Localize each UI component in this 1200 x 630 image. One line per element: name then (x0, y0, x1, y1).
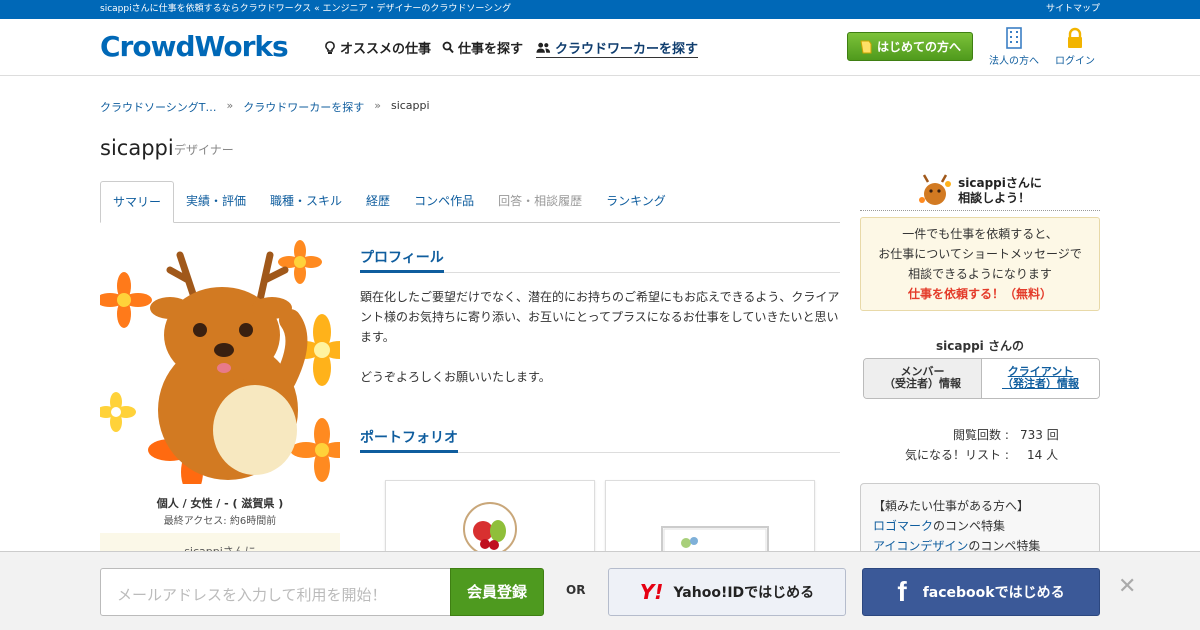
users-icon (536, 42, 551, 53)
or-divider: OR (566, 583, 586, 597)
facebook-label: facebookではじめる (922, 585, 1065, 601)
register-button[interactable]: 会員登録 (450, 568, 544, 616)
nav-find-jobs[interactable]: 仕事を探す (442, 38, 523, 57)
nav-label: クラウドワーカーを探す (555, 42, 699, 57)
profile-type: デザイナー (174, 143, 234, 157)
request-job-link[interactable]: 仕事を依頼する！（無料） (908, 287, 1052, 301)
profile-section-header: プロフィール (360, 247, 840, 273)
nav-find-workers[interactable]: クラウドワーカーを探す (536, 38, 699, 58)
consult-line: 相談しよう！ (958, 191, 1031, 205)
breadcrumb-separator: » (226, 99, 234, 112)
bio-paragraph: 顕在化したご要望だけでなく、潜在的にお持ちのご希望にもお応えできるよう、クライア… (360, 290, 840, 344)
top-bar: sicappiさんに仕事を依頼するならクラウドワークス « エンジニア・デザイナ… (0, 0, 1200, 19)
crowdworks-logo[interactable]: CrowdWorks (100, 30, 289, 63)
building-icon (1006, 27, 1022, 49)
consult-text: 相談できるようになります (908, 267, 1052, 281)
facebook-icon: f (897, 576, 907, 607)
profile-bio: 顕在化したご要望だけでなく、潜在的にお持ちのご希望にもお応えできるよう、クライア… (360, 287, 842, 387)
breadcrumb-find-workers[interactable]: クラウドワーカーを探す (243, 99, 364, 115)
yahoo-login-button[interactable]: Y! Yahoo!IDではじめる (608, 568, 846, 616)
consult-header: sicappiさんに 相談しよう！ (860, 172, 1100, 211)
portfolio-heading: ポートフォリオ (360, 427, 458, 453)
lock-icon (1068, 27, 1082, 48)
nav-label: オススメの仕事 (340, 42, 432, 57)
tab-summary[interactable]: サマリー (100, 181, 175, 223)
consult-text: 一件でも仕事を依頼すると、 (902, 227, 1058, 241)
sitemap-link[interactable]: サイトマップ (1046, 0, 1100, 19)
tab-achievements[interactable]: 実績・評価 (174, 181, 258, 222)
leaf-icon (860, 40, 872, 53)
bulb-icon (325, 40, 335, 54)
search-icon (442, 41, 454, 53)
breadcrumb-current: sicappi (390, 99, 430, 112)
tagline: sicappiさんに仕事を依頼するならクラウドワークス « エンジニア・デザイナ… (100, 4, 512, 14)
info-owner: sicappi さんの (936, 339, 1024, 353)
tab-answers: 回答・相談履歴 (498, 194, 583, 208)
nav-recommended-jobs[interactable]: オススメの仕事 (324, 38, 431, 57)
nav-label: 仕事を探す (458, 42, 524, 57)
site-header: CrowdWorks オススメの仕事 仕事を探す クラウドワーカーを探す はじめ… (0, 19, 1200, 76)
beginners-label: はじめての方へ (876, 40, 961, 54)
logo-competition-link[interactable]: ロゴマーク (873, 519, 933, 533)
email-input[interactable]: メールアドレスを入力して利用を開始！ (100, 568, 451, 616)
deer-icon (919, 174, 952, 205)
login-link[interactable]: ログイン (1045, 27, 1105, 67)
toggle-label: （受注者）情報 (884, 377, 961, 390)
breadcrumb-separator: » (374, 99, 381, 112)
consult-text: お仕事についてショートメッセージで (878, 247, 1082, 261)
favorites-label: 気になる！リスト : (905, 448, 1009, 462)
bio-paragraph: どうぞよろしくお願いいたします。 (360, 370, 551, 384)
deer-mascot (150, 251, 308, 480)
close-icon[interactable]: ✕ (1118, 574, 1136, 599)
tab-career[interactable]: 経歴 (354, 181, 402, 222)
tab-ranking[interactable]: ランキング (594, 181, 678, 222)
consult-box: 一件でも仕事を依頼すると、 お仕事についてショートメッセージで 相談できるように… (860, 217, 1100, 311)
breadcrumb: クラウドソーシングT… » クラウドワーカーを探す » sicappi (100, 99, 430, 115)
tab-skills[interactable]: 職種・スキル (258, 181, 354, 222)
corporate-link[interactable]: 法人の方へ (984, 27, 1044, 67)
views-value: 733 回 (1020, 428, 1059, 442)
toggle-label: （発注者）情報 (1002, 377, 1079, 390)
request-title: 【頼みたい仕事がある方へ】 (873, 499, 1030, 513)
info-toggle: メンバー （受注者）情報 クライアント （発注者）情報 (863, 358, 1100, 399)
tab-competition-works[interactable]: コンペ作品 (402, 181, 486, 222)
login-label: ログイン (1055, 56, 1095, 67)
yahoo-label: Yahoo!IDではじめる (673, 585, 815, 601)
avatar (100, 240, 340, 484)
views-label: 閲覧回数 : (953, 428, 1009, 442)
signup-bar: メールアドレスを入力して利用を開始！ 会員登録 OR Y! Yahoo!IDでは… (0, 551, 1200, 630)
profile-meta: 個人 / 女性 / - ( 滋賀県 ) (156, 497, 284, 510)
page-title: sicappi (100, 136, 174, 160)
request-suffix: のコンペ特集 (933, 519, 1006, 533)
profile-tabs: サマリー 実績・評価 職種・スキル 経歴 コンペ作品 回答・相談履歴 ランキング (100, 181, 840, 223)
last-access: 最終アクセス: 約6時間前 (163, 516, 277, 527)
consult-line: sicappiさんに (958, 176, 1042, 190)
profile-heading: プロフィール (360, 247, 444, 273)
yahoo-icon: Y! (639, 580, 664, 604)
portfolio-section-header: ポートフォリオ (360, 427, 840, 453)
facebook-login-button[interactable]: f facebookではじめる (862, 568, 1100, 616)
corporate-label: 法人の方へ (989, 56, 1039, 67)
client-info-tab[interactable]: クライアント （発注者）情報 (982, 359, 1099, 398)
favorites-value: 14 人 (1027, 448, 1059, 462)
breadcrumb-home[interactable]: クラウドソーシングT… (100, 99, 217, 115)
beginners-button[interactable]: はじめての方へ (847, 32, 973, 61)
member-info-tab[interactable]: メンバー （受注者）情報 (864, 359, 982, 398)
